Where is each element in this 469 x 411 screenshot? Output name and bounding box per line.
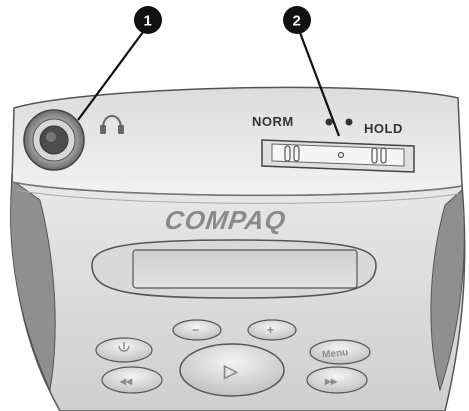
hold-label: HOLD — [364, 121, 403, 136]
svg-text:▷: ▷ — [223, 361, 239, 381]
minus-button[interactable]: − — [172, 319, 222, 341]
brand-logo: COMPAQ — [163, 205, 288, 235]
svg-text:−: − — [192, 323, 199, 337]
menu-button[interactable]: Menu — [309, 339, 371, 365]
norm-label: NORM — [252, 114, 294, 129]
svg-text:+: + — [267, 323, 274, 337]
display-screen — [91, 239, 377, 299]
callout-2-number: 2 — [293, 13, 301, 30]
callout-1-number: 1 — [144, 13, 152, 30]
rewind-button[interactable]: ◂◂ — [101, 366, 163, 394]
svg-text:◂◂: ◂◂ — [119, 374, 133, 388]
norm-dot — [325, 118, 333, 126]
headphone-jack[interactable] — [23, 109, 85, 171]
hold-dot — [345, 118, 353, 126]
plus-button[interactable]: + — [247, 319, 297, 341]
svg-text:▸▸: ▸▸ — [324, 374, 338, 388]
forward-button[interactable]: ▸▸ — [306, 366, 368, 394]
hold-switch[interactable] — [261, 139, 415, 173]
player-diagram: NORM HOLD COMPAQ − + ▷ Menu ◂◂ ▸▸ 1 2 — [10, 6, 466, 411]
play-button[interactable]: ▷ — [179, 343, 285, 397]
power-button[interactable] — [95, 337, 153, 363]
